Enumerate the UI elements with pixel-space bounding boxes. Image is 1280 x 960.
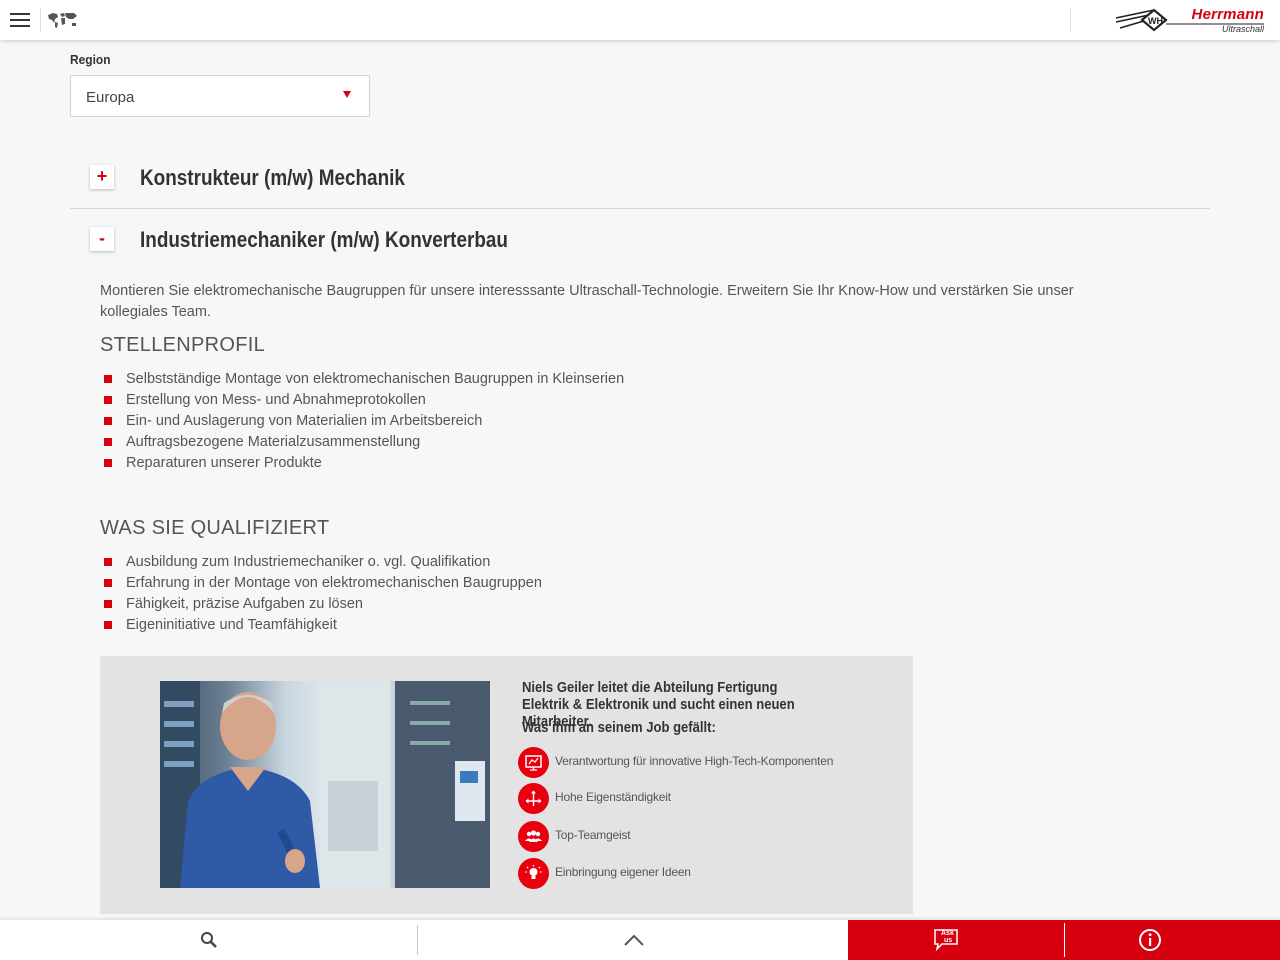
presentation-chart-icon: [518, 747, 549, 778]
list-item: Reparaturen unserer Produkte: [104, 453, 624, 474]
list-item: Ein- und Auslagerung von Materialien im …: [104, 411, 624, 432]
employee-photo: [160, 681, 490, 888]
dropdown-arrow-icon: [343, 91, 351, 98]
collapse-minus-icon[interactable]: -: [90, 227, 114, 251]
feature-label: Einbringung eigener Ideen: [555, 865, 691, 879]
profile-list: Selbstständige Montage von elektromechan…: [104, 369, 624, 474]
search-icon[interactable]: [199, 930, 219, 950]
job-accordion-header-industriemechaniker[interactable]: - Industriemechaniker (m/w) Konverterbau: [70, 212, 1210, 268]
contact-bar: Ask us: [848, 920, 1280, 960]
feature-label: Verantwortung für innovative High-Tech-K…: [555, 754, 834, 768]
hamburger-menu-icon[interactable]: [10, 13, 30, 28]
employee-feature-box: Niels Geiler leitet die Abteilung Fertig…: [100, 656, 913, 914]
contact-bar-divider: [1064, 923, 1065, 957]
toolbar-divider: [40, 8, 41, 32]
list-item: Fähigkeit, präzise Aufgaben zu lösen: [104, 594, 542, 615]
feature-label: Hohe Eigenständigkeit: [555, 790, 671, 804]
bottom-bar-divider: [417, 925, 418, 955]
section-heading-qualifikation: WAS SIE QUALIFIZIERT: [100, 517, 330, 539]
team-people-icon: [518, 821, 549, 852]
lightbulb-idea-icon: [518, 858, 549, 889]
ask-us-label: Ask us: [941, 930, 954, 944]
logo-mark: WH: [1148, 16, 1163, 26]
feature-subtitle: Was ihm an seinem Job gefällt:: [522, 720, 716, 736]
list-item: Erfahrung in der Montage von elektromech…: [104, 573, 542, 594]
region-selected-value: Europa: [86, 89, 135, 106]
job-title[interactable]: Industriemechaniker (m/w) Konverterbau: [140, 227, 508, 253]
company-logo[interactable]: WH Herrmann Ultraschall: [1114, 4, 1266, 36]
list-item: Selbstständige Montage von elektromechan…: [104, 369, 624, 390]
top-bar: WH Herrmann Ultraschall: [0, 0, 1280, 40]
feature-label: Top-Teamgeist: [555, 828, 631, 842]
list-item: Erstellung von Mess- und Abnahmeprotokol…: [104, 390, 624, 411]
job-title[interactable]: Konstrukteur (m/w) Mechanik: [140, 165, 405, 191]
list-item: Auftragsbezogene Materialzusammenstellun…: [104, 432, 624, 453]
expand-plus-icon[interactable]: +: [90, 165, 114, 189]
list-item: Eigeninitiative und Teamfähigkeit: [104, 615, 542, 636]
logo-brand: Herrmann: [1191, 6, 1264, 23]
toolbar-divider: [1070, 8, 1071, 32]
ask-us-button[interactable]: Ask us: [932, 928, 960, 952]
job-accordion-header-konstrukteur[interactable]: + Konstrukteur (m/w) Mechanik: [70, 150, 1210, 206]
section-heading-stellenprofil: STELLENPROFIL: [100, 334, 266, 356]
bottom-bar: Ask us: [0, 920, 1280, 960]
chevron-up-icon[interactable]: [622, 932, 646, 948]
accordion-divider: [70, 208, 1210, 209]
list-item: Ausbildung zum Industriemechaniker o. vg…: [104, 552, 542, 573]
ask-us-label-line2: us: [944, 937, 953, 944]
region-select[interactable]: Europa: [70, 75, 370, 117]
job-intro-text: Montieren Sie elektromechanische Baugrup…: [100, 283, 1074, 320]
ask-us-label-line1: Ask: [941, 930, 954, 937]
move-arrows-icon: [518, 783, 549, 814]
region-label: Region: [70, 52, 111, 67]
world-map-icon[interactable]: [46, 10, 80, 30]
info-icon[interactable]: [1138, 928, 1162, 952]
logo-subtitle: Ultraschall: [1221, 24, 1264, 34]
qualification-list: Ausbildung zum Industriemechaniker o. vg…: [104, 552, 542, 636]
